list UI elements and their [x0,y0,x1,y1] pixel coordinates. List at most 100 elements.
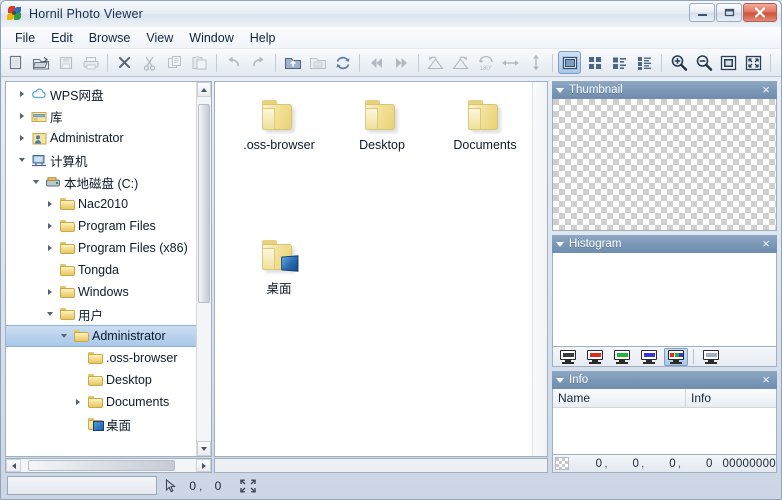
chevron-right-icon[interactable] [42,201,58,207]
folder-image-icon[interactable] [306,51,329,74]
chevron-right-icon[interactable] [14,91,30,97]
chevron-down-icon[interactable] [28,180,44,184]
menu-browse[interactable]: Browse [81,29,139,47]
channel-blue[interactable] [637,348,661,366]
flip-vertical-icon[interactable] [524,51,547,74]
zoom-out-icon[interactable] [692,51,715,74]
tree-row[interactable]: 本地磁盘 (C:) [6,171,196,193]
menu-view[interactable]: View [138,29,181,47]
tree-row[interactable]: Nac2010 [6,193,196,215]
chevron-right-icon[interactable] [42,245,58,251]
chevron-down-icon[interactable] [14,158,30,162]
rotate-right-icon[interactable] [449,51,472,74]
close-icon[interactable]: × [759,373,773,386]
delete-x-icon[interactable] [113,51,136,74]
folder-tree-vertical-scrollbar[interactable] [196,82,211,456]
zoom-in-icon[interactable] [667,51,690,74]
info-panel-header[interactable]: Info × [552,371,777,389]
file-list[interactable]: .oss-browser Desktop Documents 桌面 [215,82,532,456]
caret-down-icon[interactable] [556,241,564,247]
file-item[interactable]: .oss-browser [231,100,327,152]
chevron-down-icon[interactable] [56,334,72,338]
file-item[interactable]: 桌面 [231,240,327,297]
tree-row[interactable]: WPS网盘 [6,83,196,105]
save-floppy-icon[interactable] [54,51,77,74]
chevron-right-icon[interactable] [42,289,58,295]
skip-forward-icon[interactable] [390,51,413,74]
folder-tree-horizontal-scrollbar[interactable] [5,458,212,473]
open-folder-icon[interactable] [29,51,52,74]
tree-row[interactable]: Windows [6,281,196,303]
fit-screen-icon[interactable] [742,51,765,74]
scroll-thumb[interactable] [28,460,175,471]
channel-gray[interactable] [556,348,580,366]
tree-row[interactable]: Program Files [6,215,196,237]
actual-size-icon[interactable] [717,51,740,74]
minimize-button[interactable] [689,3,715,22]
menu-help[interactable]: Help [242,29,284,47]
rotate-left-icon[interactable] [424,51,447,74]
channel-green[interactable] [610,348,634,366]
channel-alpha[interactable] [699,348,723,366]
copy-icon[interactable] [163,51,186,74]
menu-edit[interactable]: Edit [43,29,81,47]
view-details-icon[interactable] [633,51,656,74]
redo-arrow-icon[interactable] [247,51,270,74]
tree-row[interactable]: Documents [6,391,196,413]
printer-icon[interactable] [79,51,102,74]
menu-window[interactable]: Window [181,29,241,47]
tree-row[interactable]: 桌面 [6,413,196,435]
chevron-down-icon[interactable] [42,312,58,316]
chevron-right-icon[interactable] [14,135,30,141]
skip-back-icon[interactable] [365,51,388,74]
new-document-icon[interactable] [4,51,27,74]
scroll-down-button[interactable] [197,441,211,456]
pen-tool-icon[interactable] [776,51,781,74]
menu-file[interactable]: File [7,29,43,47]
thumbnail-panel-header[interactable]: Thumbnail × [552,81,777,99]
scroll-right-button[interactable] [196,459,211,472]
chevron-right-icon[interactable] [70,399,86,405]
view-single-icon[interactable] [558,51,581,74]
scroll-left-button[interactable] [6,459,21,472]
info-column-name[interactable]: Name [553,389,686,407]
scissors-cut-icon[interactable] [138,51,161,74]
folder-up-icon[interactable] [281,51,304,74]
flip-horizontal-icon[interactable] [499,51,522,74]
close-icon[interactable]: × [759,237,773,250]
chevron-right-icon[interactable] [42,223,58,229]
channel-rgb[interactable] [664,347,688,366]
scroll-track[interactable] [197,97,211,441]
scroll-track[interactable] [533,82,547,456]
paste-icon[interactable] [188,51,211,74]
view-grid-icon[interactable] [583,51,606,74]
refresh-icon[interactable] [331,51,354,74]
tree-row[interactable]: Tongda [6,259,196,281]
close-icon[interactable]: × [759,83,773,96]
close-button[interactable] [743,3,777,22]
info-column-info[interactable]: Info [686,389,776,407]
caret-down-icon[interactable] [556,87,564,93]
tree-row[interactable]: 库 [6,105,196,127]
rotate-180-icon[interactable]: 180° [474,51,497,74]
chevron-right-icon[interactable] [14,113,30,119]
tree-row[interactable]: Desktop [6,369,196,391]
scroll-up-button[interactable] [197,82,211,97]
caret-down-icon[interactable] [556,377,564,383]
tree-row[interactable]: 计算机 [6,149,196,171]
channel-red[interactable] [583,348,607,366]
scroll-thumb[interactable] [198,103,210,304]
tree-row[interactable]: 用户 [6,303,196,325]
fit-screen-icon[interactable] [239,478,257,494]
tree-row[interactable]: .oss-browser [6,347,196,369]
maximize-button[interactable] [716,3,742,22]
view-tiles-icon[interactable] [608,51,631,74]
tree-row[interactable]: Administrator [6,325,196,347]
scroll-track[interactable] [21,459,196,472]
file-list-horizontal-scrollbar[interactable] [214,458,548,473]
file-item[interactable]: Documents [437,100,532,152]
tree-row[interactable]: Administrator [6,127,196,149]
undo-arrow-icon[interactable] [222,51,245,74]
file-list-vertical-scrollbar[interactable] [532,82,547,456]
thumbnail-preview[interactable] [552,99,777,231]
